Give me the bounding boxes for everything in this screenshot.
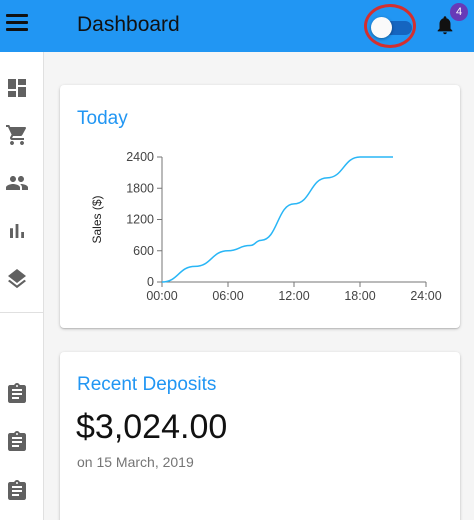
page-title: Dashboard	[77, 13, 180, 36]
assignment-icon[interactable]	[5, 479, 29, 503]
x-tick-label: 12:00	[278, 289, 309, 303]
app-bar: Dashboard 4	[0, 0, 474, 52]
y-tick-label: 2400	[126, 150, 154, 164]
x-tick-label: 24:00	[410, 289, 441, 303]
drawer-divider	[0, 312, 44, 313]
x-tick-label: 06:00	[212, 289, 243, 303]
y-axis-label: Sales ($)	[90, 195, 104, 243]
x-tick-label: 18:00	[344, 289, 375, 303]
x-tick-label: 00:00	[146, 289, 177, 303]
toggle-thumb	[371, 17, 392, 38]
recent-deposits-card: Recent Deposits $3,024.00 on 15 March, 2…	[60, 352, 460, 520]
y-tick-label: 1800	[126, 181, 154, 195]
dashboard-icon[interactable]	[5, 76, 29, 100]
y-tick-label: 0	[147, 275, 154, 289]
deposit-date: on 15 March, 2019	[77, 454, 194, 470]
people-icon[interactable]	[5, 171, 29, 195]
deposit-amount: $3,024.00	[76, 408, 228, 446]
assignment-icon[interactable]	[5, 382, 29, 406]
y-tick-label: 600	[133, 244, 154, 258]
theme-toggle-switch[interactable]	[364, 4, 416, 48]
layers-icon[interactable]	[5, 267, 29, 291]
side-drawer	[0, 52, 44, 520]
sales-series-line	[161, 156, 393, 283]
assignment-icon[interactable]	[5, 430, 29, 454]
today-card: Today 0 600 1200 1800 2400 00:00 06:00 12:00 18:…	[60, 85, 460, 328]
menu-icon[interactable]	[6, 14, 28, 36]
notification-badge: 4	[450, 3, 468, 21]
deposits-title: Recent Deposits	[77, 374, 217, 395]
sales-line-chart: 0 600 1200 1800 2400 00:00 06:00 12:00 18:00 24:0…	[90, 150, 442, 303]
y-tick-label: 1200	[126, 213, 154, 227]
shopping-cart-icon[interactable]	[5, 123, 29, 147]
bar-chart-icon[interactable]	[5, 219, 29, 243]
